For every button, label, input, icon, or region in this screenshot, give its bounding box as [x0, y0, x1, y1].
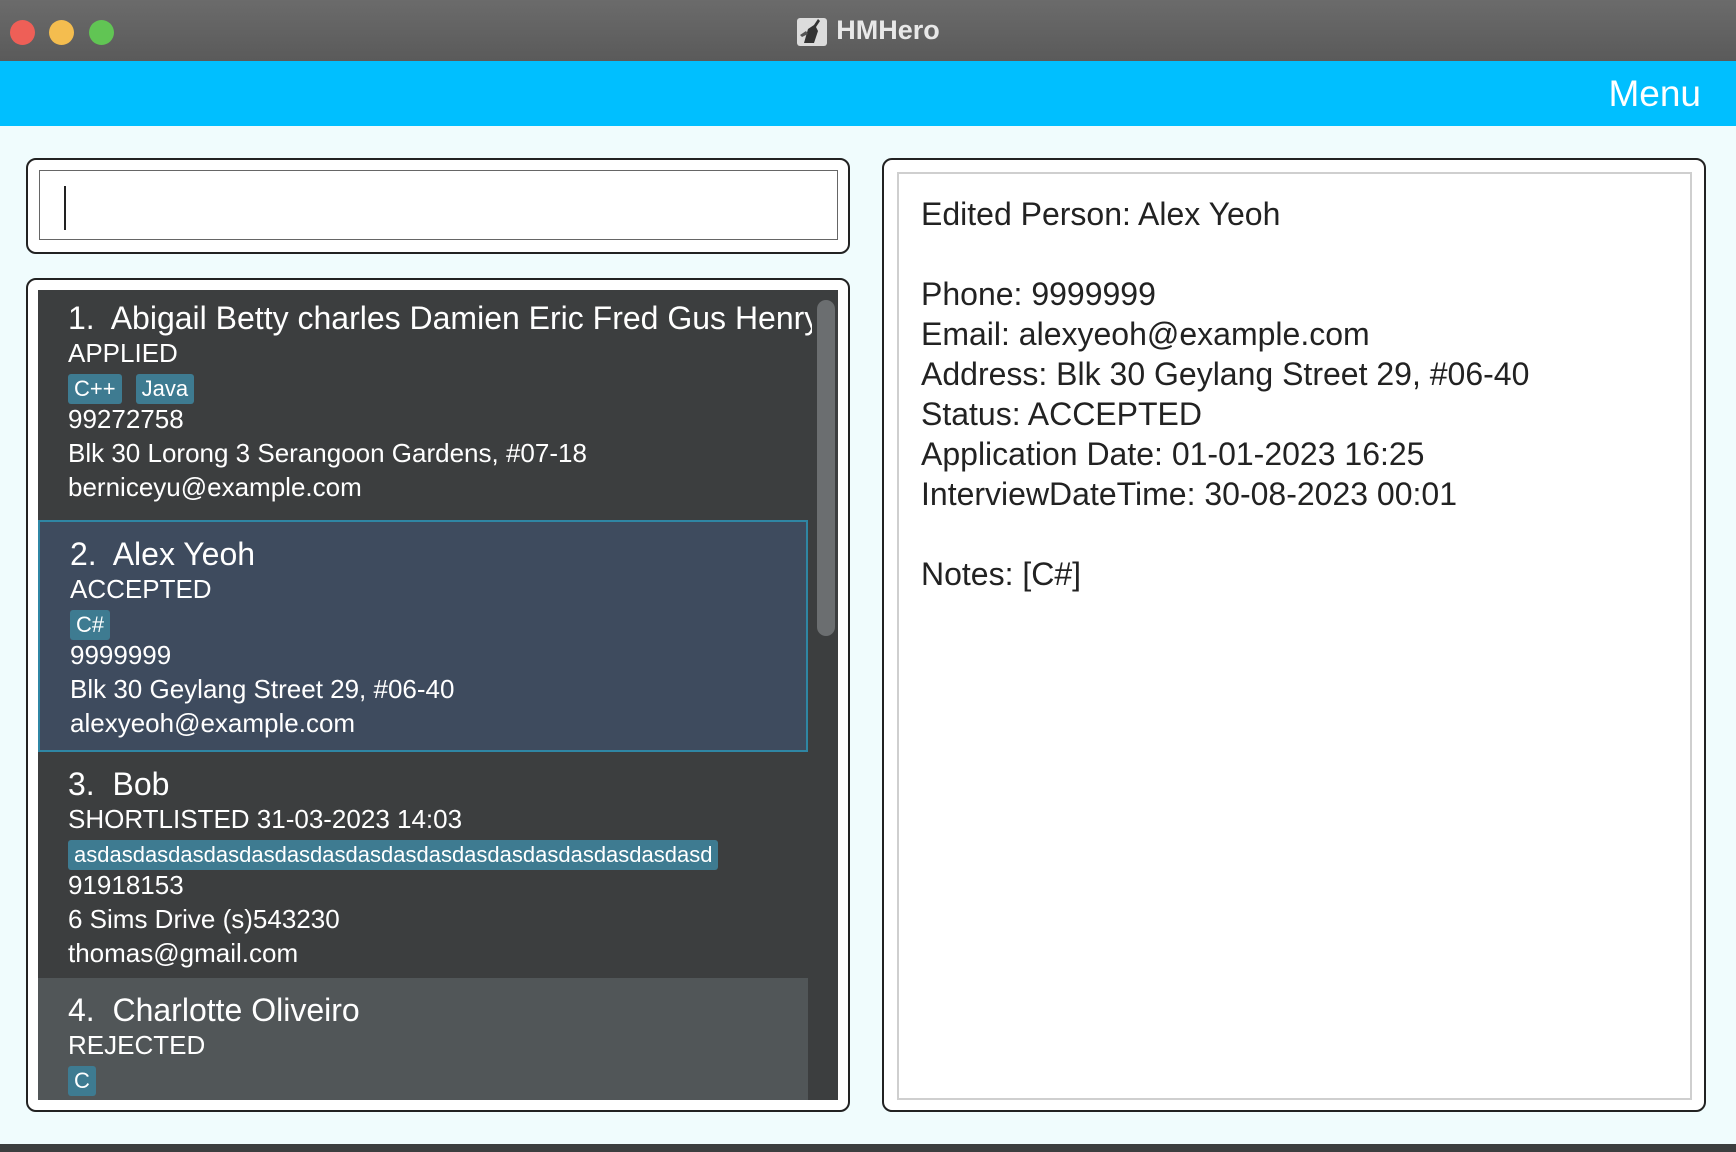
person-status: SHORTLISTED 31-03-2023 14:03: [68, 804, 463, 834]
person-name: 1. Abigail Betty charles Damien Eric Fre…: [68, 300, 838, 336]
tag: C#: [70, 610, 111, 640]
result-blank-line: [921, 234, 1668, 274]
result-notes: Notes: [C#]: [921, 556, 1082, 592]
person-email: thomas@gmail.com: [68, 938, 299, 968]
list-scrollbar[interactable]: [812, 290, 838, 1100]
person-phone: 99272758: [68, 404, 184, 434]
result-edited-person: Edited Person: Alex Yeoh: [921, 196, 1281, 232]
person-status: APPLIED: [68, 338, 178, 368]
tag: Java: [135, 374, 195, 404]
result-application-date: Application Date: 01-01-2023 16:25: [921, 436, 1425, 472]
result-address: Address: Blk 30 Geylang Street 29, #06-4…: [921, 356, 1530, 392]
result-phone: Phone: 9999999: [921, 276, 1156, 312]
person-address: Blk 30 Geylang Street 29, #06-40: [70, 674, 455, 704]
command-input[interactable]: [39, 170, 838, 240]
tag-list: C++ Java: [68, 374, 195, 404]
person-card[interactable]: 1. Abigail Betty charles Damien Eric Fre…: [38, 290, 838, 502]
tag-list: C: [68, 1066, 96, 1096]
result-blank-line: [921, 514, 1668, 554]
person-card[interactable]: 4. Charlotte Oliveiro REJECTED C: [38, 978, 808, 1100]
person-list[interactable]: 1. Abigail Betty charles Damien Eric Fre…: [38, 290, 838, 1100]
person-name: 4. Charlotte Oliveiro: [68, 992, 360, 1028]
status-bar: [0, 1144, 1736, 1152]
text-caret: [64, 186, 66, 230]
person-email: berniceyu@example.com: [68, 472, 362, 502]
scrollbar-thumb[interactable]: [817, 300, 835, 636]
person-card[interactable]: 3. Bob SHORTLISTED 31-03-2023 14:03 asda…: [38, 752, 808, 978]
person-phone: 91918153: [68, 870, 184, 900]
menu-bar: Menu: [0, 61, 1736, 126]
person-status: ACCEPTED: [70, 574, 212, 604]
app-icon: [796, 15, 828, 47]
result-interview-datetime: InterviewDateTime: 30-08-2023 00:01: [921, 476, 1457, 512]
person-phone: 9999999: [70, 640, 172, 670]
result-status: Status: ACCEPTED: [921, 396, 1202, 432]
person-name: 3. Bob: [68, 766, 170, 802]
window-title-group: HMHero: [0, 0, 1736, 61]
person-name: 2. Alex Yeoh: [70, 536, 256, 572]
tag: C: [68, 1066, 96, 1096]
result-panel: Edited Person: Alex Yeoh Phone: 9999999 …: [882, 158, 1706, 1112]
tag-list: C#: [70, 610, 111, 640]
tag-list: asdasdasdasdasdasdasdasdasdasdasdasdasda…: [68, 840, 719, 870]
window-titlebar: HMHero: [0, 0, 1736, 62]
person-list-panel: 1. Abigail Betty charles Damien Eric Fre…: [26, 278, 850, 1112]
tag: asdasdasdasdasdasdasdasdasdasdasdasdasda…: [68, 840, 719, 870]
person-address: 6 Sims Drive (s)543230: [68, 904, 340, 934]
person-address: Blk 30 Lorong 3 Serangoon Gardens, #07-1…: [68, 438, 587, 468]
menu-button[interactable]: Menu: [1608, 73, 1701, 115]
person-card-selected[interactable]: 2. Alex Yeoh ACCEPTED C# 9999999 Blk 30 …: [38, 520, 808, 752]
person-status: REJECTED: [68, 1030, 206, 1060]
result-display: Edited Person: Alex Yeoh Phone: 9999999 …: [897, 172, 1692, 1100]
tag: C++: [68, 374, 122, 404]
window-title: HMHero: [836, 15, 940, 45]
result-email: Email: alexyeoh@example.com: [921, 316, 1370, 352]
person-email: alexyeoh@example.com: [70, 708, 356, 738]
command-box: [26, 158, 850, 254]
